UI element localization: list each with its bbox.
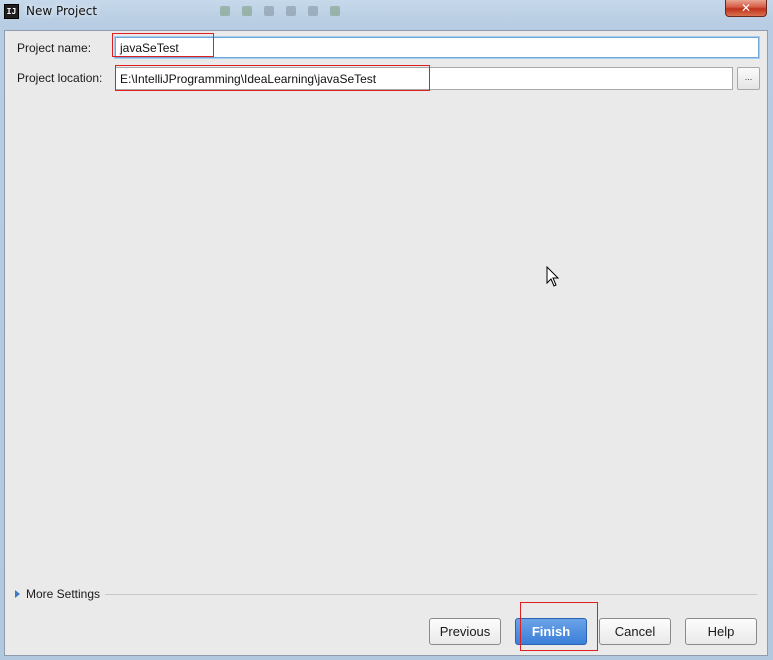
dialog-content: Project name: javaSeTest Project locatio… — [4, 30, 768, 656]
help-button[interactable]: Help — [685, 618, 757, 645]
more-settings-label: More Settings — [26, 587, 101, 601]
previous-button[interactable]: Previous — [429, 618, 501, 645]
window-title: New Project — [26, 4, 98, 18]
close-icon: ✕ — [740, 1, 752, 15]
cancel-button[interactable]: Cancel — [599, 618, 671, 645]
browse-button[interactable]: ... — [737, 67, 760, 90]
project-location-value: E:\IntelliJProgramming\IdeaLearning\java… — [120, 72, 377, 86]
project-location-label: Project location: — [17, 71, 103, 85]
settings-divider — [105, 594, 757, 595]
title-bar[interactable]: IJ New Project ✕ — [0, 0, 773, 24]
project-name-input[interactable]: javaSeTest — [115, 37, 759, 58]
new-project-window: IJ New Project ✕ Project name: javaSeTes… — [0, 0, 773, 660]
project-name-value: javaSeTest — [120, 41, 179, 55]
close-button[interactable]: ✕ — [725, 0, 767, 17]
background-toolbar — [110, 0, 470, 24]
mouse-pointer-icon — [546, 266, 560, 287]
project-name-label: Project name: — [17, 41, 92, 55]
intellij-app-icon: IJ — [4, 4, 19, 19]
more-settings-toggle[interactable]: More Settings — [15, 587, 100, 603]
triangle-right-icon — [15, 590, 20, 598]
project-location-input[interactable]: E:\IntelliJProgramming\IdeaLearning\java… — [115, 67, 733, 90]
finish-button[interactable]: Finish — [515, 618, 587, 645]
